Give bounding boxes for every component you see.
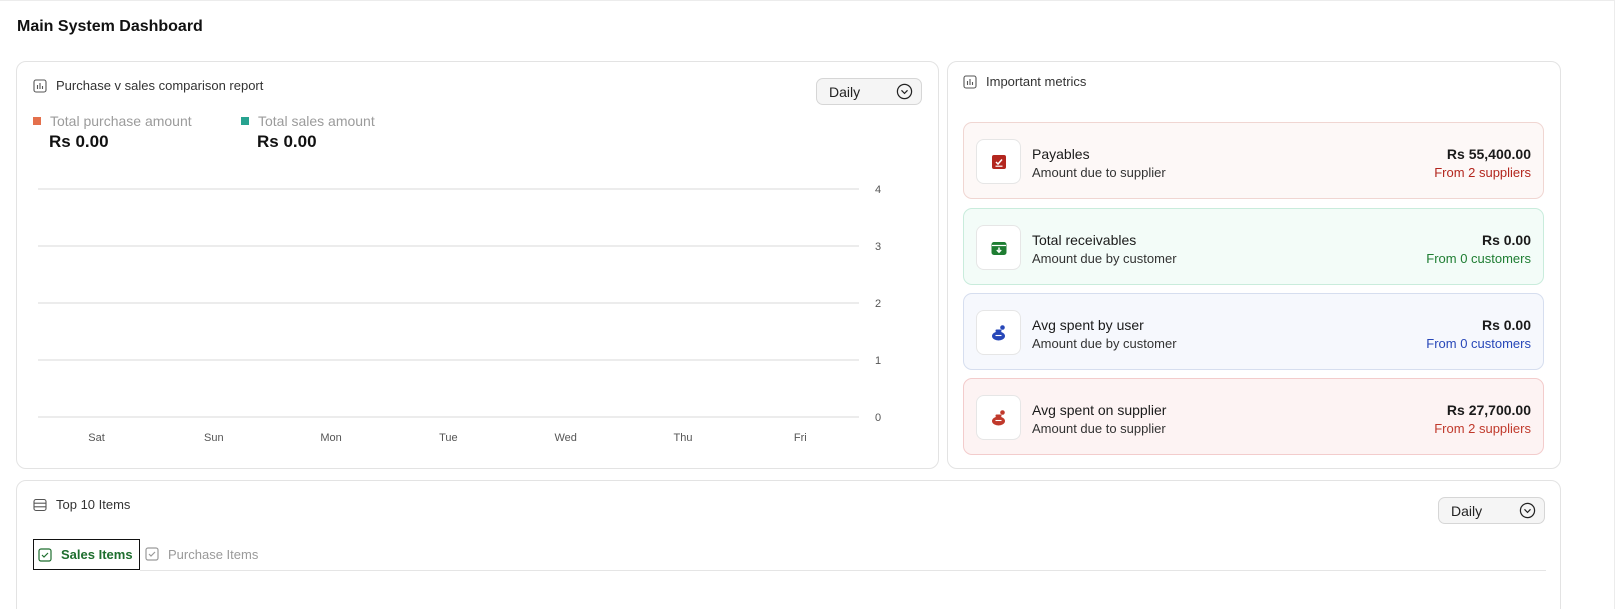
metric-subtitle: Amount due by customer	[1032, 336, 1177, 351]
metric-from: From 2 suppliers	[1434, 165, 1531, 180]
metric-payables[interactable]: Payables Amount due to supplier Rs 55,40…	[963, 122, 1544, 199]
x-tick-label: Sat	[88, 432, 105, 444]
page-title: Main System Dashboard	[17, 18, 203, 35]
metric-title: Avg spent by user	[1032, 317, 1144, 333]
legend-sales: Total sales amount Rs 0.00	[241, 113, 375, 152]
metric-title: Payables	[1032, 146, 1090, 162]
payables-icon	[991, 154, 1006, 169]
legend-label-sales: Total sales amount	[258, 113, 375, 129]
metric-title: Total receivables	[1032, 232, 1137, 248]
x-tick-label: Sun	[204, 432, 224, 444]
metric-title: Avg spent on supplier	[1032, 402, 1167, 418]
receivables-icon	[991, 241, 1006, 255]
legend-swatch-sales	[241, 117, 249, 125]
metrics-title: Important metrics	[986, 74, 1087, 89]
y-tick-label: 1	[875, 355, 881, 367]
tab-label: Sales Items	[61, 547, 133, 562]
checkbox-checked-icon	[38, 547, 52, 562]
x-tick-label: Fri	[794, 432, 807, 444]
comparison-period-dropdown[interactable]: Daily	[816, 78, 922, 105]
metric-value: Rs 27,700.00	[1446, 402, 1531, 418]
x-tick-label: Thu	[674, 432, 693, 444]
x-tick-label: Tue	[439, 432, 458, 444]
metric-icon-box	[976, 310, 1021, 355]
chevron-down-icon	[896, 83, 913, 100]
user-spend-icon	[991, 324, 1005, 340]
metric-subtitle: Amount due to supplier	[1032, 421, 1166, 436]
top-items-header: Top 10 Items	[33, 497, 130, 512]
comparison-period-value: Daily	[829, 83, 861, 100]
supplier-spend-icon	[991, 409, 1005, 425]
comparison-chart: 0 1 2 3 4 Sat Sun Mon Tue Wed Thu Fri	[38, 184, 881, 444]
legend-value-purchase: Rs 0.00	[49, 132, 109, 151]
legend-swatch-purchase	[33, 117, 41, 125]
metric-subtitle: Amount due by customer	[1032, 251, 1177, 266]
metric-avg-spent-on-supplier[interactable]: Avg spent on supplier Amount due to supp…	[963, 378, 1544, 455]
legend-value-sales: Rs 0.00	[257, 132, 317, 151]
metric-value: Rs 0.00	[1481, 232, 1531, 248]
metric-from: From 0 customers	[1426, 251, 1531, 266]
metric-from: From 0 customers	[1426, 336, 1531, 351]
top-items-period-value: Daily	[1451, 502, 1483, 519]
bar-chart-icon	[33, 78, 47, 93]
tab-label: Purchase Items	[168, 546, 259, 562]
metrics-header: Important metrics	[963, 74, 1086, 89]
checkbox-icon	[145, 547, 159, 561]
y-tick-label: 0	[875, 412, 881, 424]
metric-total-receivables[interactable]: Total receivables Amount due by customer…	[963, 208, 1544, 285]
y-tick-label: 4	[875, 184, 881, 196]
bar-chart-icon	[963, 74, 977, 89]
y-tick-label: 3	[875, 241, 881, 253]
comparison-header: Purchase v sales comparison report	[33, 78, 263, 93]
metric-icon-box	[976, 395, 1021, 440]
metric-icon-box	[976, 139, 1021, 184]
top-items-period-dropdown[interactable]: Daily	[1438, 497, 1545, 524]
metric-value: Rs 0.00	[1481, 317, 1531, 333]
comparison-title: Purchase v sales comparison report	[56, 78, 264, 93]
tab-divider	[140, 570, 1546, 571]
top-items-title: Top 10 Items	[56, 497, 131, 512]
metric-value: Rs 55,400.00	[1446, 146, 1531, 162]
table-icon	[33, 498, 47, 511]
metric-avg-spent-by-user[interactable]: Avg spent by user Amount due by customer…	[963, 293, 1544, 370]
legend-purchase: Total purchase amount Rs 0.00	[33, 113, 192, 152]
metric-from: From 2 suppliers	[1434, 421, 1531, 436]
chevron-down-icon	[1519, 502, 1536, 519]
y-tick-label: 2	[875, 298, 881, 310]
legend-label-purchase: Total purchase amount	[50, 113, 192, 129]
x-tick-label: Mon	[320, 432, 341, 444]
metric-icon-box	[976, 225, 1021, 270]
metric-subtitle: Amount due to supplier	[1032, 165, 1166, 180]
tab-purchase-items[interactable]: Purchase Items	[145, 543, 258, 565]
tab-sales-items[interactable]: Sales Items	[33, 539, 140, 570]
x-tick-label: Wed	[554, 432, 576, 444]
